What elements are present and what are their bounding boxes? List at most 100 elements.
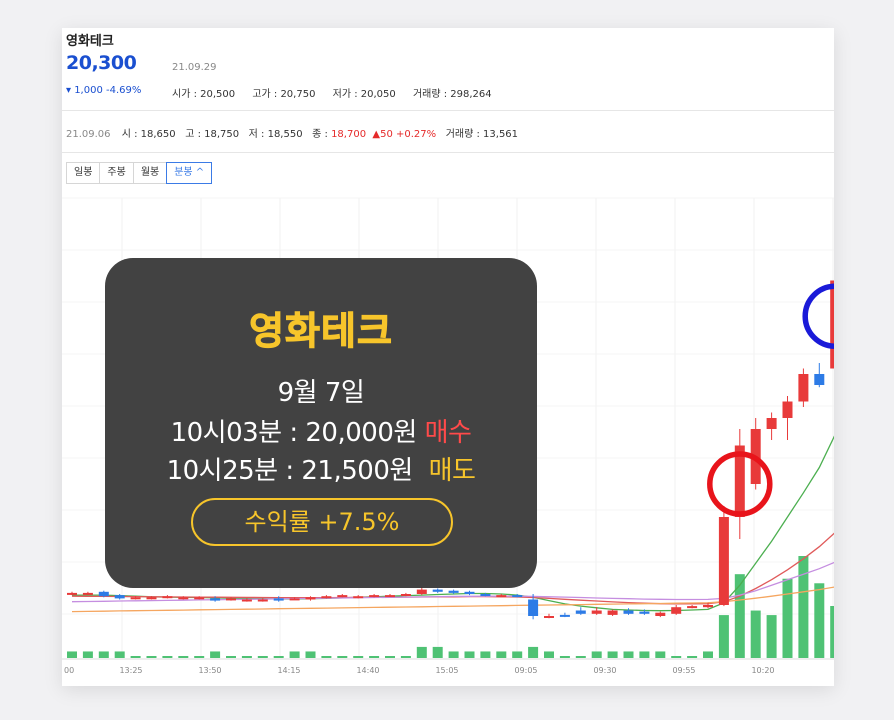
candle-body (353, 596, 364, 599)
candle-body (814, 374, 825, 385)
volume-bar (528, 646, 539, 658)
candle-body (98, 591, 109, 597)
candle-close-label: 종 : (312, 129, 332, 140)
candle-low: 저 : 18,550 (248, 129, 303, 140)
volume-bar (607, 651, 618, 658)
candle-body (591, 610, 602, 614)
candle-body (400, 594, 411, 596)
candle-body (623, 610, 634, 614)
candle-body (178, 597, 189, 600)
trade-volume: 거래량 : 298,264 (412, 89, 492, 100)
candle-close: 18,700 (331, 129, 367, 140)
candle-info-row: 21.09.06 시 : 18,650 고 : 18,750 저 : 18,55… (66, 125, 518, 140)
stock-name: 영화테크 (66, 34, 114, 49)
volume-bar (289, 651, 300, 658)
tab-minute[interactable]: 분봉 ^ (166, 162, 213, 184)
volume-bar (830, 606, 834, 658)
volume-bar (178, 656, 189, 658)
volume-bar (305, 651, 316, 658)
stock-header: 영화테크 20,300 21.09.29 ▾ 1,000 -4.69% 시가 :… (62, 28, 834, 110)
volume-bar (623, 651, 634, 658)
volume-bar (432, 646, 443, 658)
candle-body (830, 280, 834, 369)
volume-bar (464, 651, 475, 658)
candle-body (416, 589, 427, 594)
x-tick-label: 10:20 (751, 666, 774, 675)
volume-bar (448, 651, 459, 658)
x-tick-label: 15:05 (435, 666, 458, 675)
current-price: 20,300 (66, 52, 137, 74)
volume-bar (734, 574, 745, 658)
volume-bar (194, 656, 205, 658)
volume-bar (400, 656, 411, 658)
sell-marker-circle (802, 283, 834, 349)
volume-bar (162, 656, 173, 658)
candle-body (273, 598, 284, 601)
volume-bar (655, 651, 666, 658)
candle-body (210, 598, 221, 601)
profit-badge: 수익률 +7.5% (191, 498, 453, 546)
candle-body (782, 401, 793, 418)
volume-bar (559, 656, 570, 658)
low-price: 저가 : 20,050 (332, 89, 396, 100)
candle-body (432, 589, 443, 592)
x-tick-label: 09:55 (672, 666, 695, 675)
price-change: ▾ 1,000 -4.69% (66, 85, 142, 96)
volume-bar (67, 651, 77, 658)
volume-bar (114, 651, 125, 658)
volume-bar (575, 656, 586, 658)
candle-body (369, 595, 380, 598)
candle-body (464, 591, 475, 594)
trade-summary-overlay: 영화테크 9월 7일 10시03분 : 20,000원 매수 10시25분 : … (105, 258, 537, 588)
sell-tag: 매도 (428, 456, 476, 486)
candle-open: 시 : 18,650 (121, 129, 176, 140)
candle-body (162, 596, 173, 599)
volume-bar (321, 656, 332, 658)
volume-bar (353, 656, 364, 658)
candle-body (528, 599, 539, 616)
tab-monthly[interactable]: 월봉 (132, 162, 168, 184)
candle-body (321, 596, 332, 599)
candle-body (194, 597, 205, 600)
period-tabs: 일봉 주봉 월봉 분봉 ^ (66, 162, 213, 184)
candle-body (385, 595, 395, 598)
candle-body (226, 598, 236, 601)
divider (62, 152, 834, 153)
candle-body (607, 610, 618, 615)
x-tick-label: 09:30 (593, 666, 616, 675)
candle-body (718, 517, 729, 605)
candle-body (146, 597, 157, 600)
candle-body (655, 612, 666, 616)
tab-daily[interactable]: 일봉 (66, 162, 101, 184)
volume-bar (798, 556, 809, 658)
volume-bar (750, 610, 761, 658)
candle-body (544, 616, 554, 618)
volume-bar (544, 651, 554, 658)
volume-bar (480, 651, 491, 658)
volume-bar (273, 656, 284, 658)
buy-detail: 10시03분 : 20,000원 (170, 418, 418, 448)
volume-bar (146, 656, 157, 658)
candle-body (337, 595, 348, 598)
buy-line: 10시03분 : 20,000원 매수 (105, 412, 537, 449)
volume-bar (369, 656, 380, 658)
volume-bar (337, 656, 348, 658)
candle-date: 21.09.06 (66, 129, 111, 140)
candle-body (798, 374, 809, 402)
x-tick-label: 14:15 (277, 666, 300, 675)
volume-bar (210, 651, 221, 658)
x-tick-label: 00 (64, 666, 74, 675)
buy-tag: 매수 (424, 418, 472, 448)
candle-body (512, 595, 523, 598)
volume-bar (671, 656, 682, 658)
volume-bar (591, 651, 602, 658)
volume-bar (512, 651, 523, 658)
volume-bar (226, 656, 236, 658)
tab-weekly[interactable]: 주봉 (99, 162, 134, 184)
volume-bar (703, 651, 713, 658)
sell-detail: 10시25분 : 21,500원 (166, 456, 414, 486)
volume-bar (98, 651, 109, 658)
volume-bar (385, 656, 395, 658)
volume-bar (814, 583, 825, 658)
high-price: 고가 : 20,750 (252, 89, 316, 100)
